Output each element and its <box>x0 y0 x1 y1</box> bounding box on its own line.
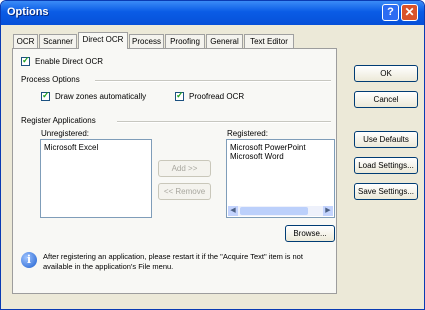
tab-ocr[interactable]: OCR <box>13 34 38 48</box>
scroll-thumb[interactable] <box>240 207 308 215</box>
save-settings-button[interactable]: Save Settings... <box>354 183 418 200</box>
window-title: Options <box>7 6 49 18</box>
enable-direct-ocr-checkbox[interactable] <box>21 55 30 66</box>
list-item[interactable]: Microsoft Excel <box>44 143 98 152</box>
ok-button[interactable]: OK <box>354 65 418 82</box>
enable-direct-ocr-label: Enable Direct OCR <box>35 57 104 66</box>
close-button[interactable]: ✕ <box>401 4 418 21</box>
options-dialog: Options ? ✕ OCR Scanner Direct OCR Proce… <box>0 0 425 310</box>
tab-text-editor[interactable]: Text Editor <box>244 34 294 48</box>
proofread-ocr-label: Proofread OCR <box>189 92 245 101</box>
info-icon: i <box>21 252 37 268</box>
scroll-left-arrow-icon[interactable]: ◀ <box>228 206 238 216</box>
direct-ocr-panel: Enable Direct OCR Process Options Draw z… <box>12 48 337 294</box>
register-applications-label: Register Applications <box>21 116 96 125</box>
use-defaults-button[interactable]: Use Defaults <box>354 131 418 148</box>
registered-list[interactable]: Microsoft PowerPoint Microsoft Word ◀ ▶ <box>226 139 335 218</box>
cancel-button[interactable]: Cancel <box>354 91 418 108</box>
unregistered-list[interactable]: Microsoft Excel <box>40 139 152 218</box>
draw-zones-checkbox[interactable] <box>41 90 50 101</box>
registered-horizontal-scrollbar[interactable]: ◀ ▶ <box>228 206 333 216</box>
tab-direct-ocr[interactable]: Direct OCR <box>78 32 128 49</box>
unregistered-label: Unregistered: <box>41 129 90 138</box>
tab-process[interactable]: Process <box>129 34 164 48</box>
proofread-ocr-checkbox[interactable] <box>175 90 184 101</box>
help-button[interactable]: ? <box>382 4 399 21</box>
register-applications-divider <box>117 121 331 123</box>
browse-button[interactable]: Browse... <box>285 225 335 242</box>
tab-general[interactable]: General <box>206 34 243 48</box>
add-button[interactable]: Add >> <box>158 160 211 177</box>
process-options-label: Process Options <box>21 75 80 84</box>
list-item[interactable]: Microsoft Word <box>230 152 284 161</box>
load-settings-button[interactable]: Load Settings... <box>354 157 418 174</box>
title-bar[interactable]: Options ? ✕ <box>1 1 424 25</box>
remove-button[interactable]: << Remove <box>158 183 211 200</box>
tab-scanner[interactable]: Scanner <box>39 34 77 48</box>
list-item[interactable]: Microsoft PowerPoint <box>230 143 306 152</box>
tab-proofing[interactable]: Proofing <box>165 34 205 48</box>
registered-label: Registered: <box>227 129 268 138</box>
info-message: After registering an application, please… <box>43 252 303 271</box>
scroll-right-arrow-icon[interactable]: ▶ <box>323 206 333 216</box>
draw-zones-label: Draw zones automatically <box>55 92 147 101</box>
process-options-divider <box>95 80 331 82</box>
